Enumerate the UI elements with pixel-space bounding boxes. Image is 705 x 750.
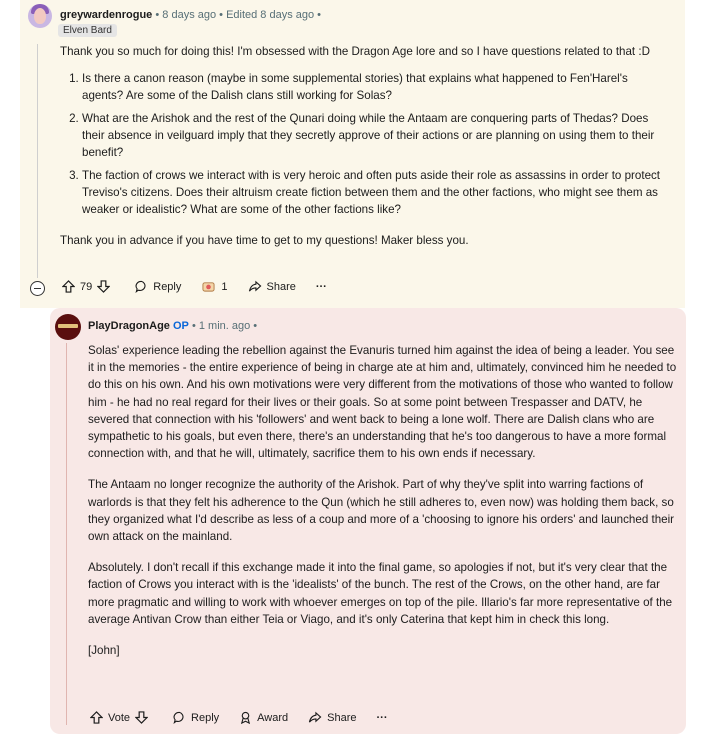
timestamp: • 1 min. ago • [191,320,258,332]
vote-count: 79 [80,280,93,293]
comment-intro: Thank you so much for doing this! I'm ob… [60,45,650,58]
comment-actions: Vote Reply Award Share ··· [90,711,408,724]
comment-meta: PlayDragonAge OP • 1 min. ago • [88,320,257,332]
more-options-icon: ··· [376,711,388,724]
avatar[interactable] [28,4,52,28]
collapse-thread-icon[interactable] [30,281,45,296]
reply-icon [135,280,146,293]
paragraph: Absolutely. I don't recall if this excha… [88,561,673,626]
share-label: Share [327,711,357,724]
award-icon [241,711,251,724]
comment-body: Thank you so much for doing this! I'm ob… [60,43,670,249]
vote-control: 79 [62,280,115,293]
share-icon [309,711,322,723]
comment-meta: greywardenrogue • 8 days ago • Edited 8 … [60,9,321,21]
award-button[interactable]: 1 [201,280,228,293]
comment-body: Solas' experience leading the rebellion … [88,342,678,673]
reply-label: Reply [153,280,182,293]
reply-icon [173,711,184,724]
timestamp: • 8 days ago • Edited 8 days ago • [155,9,322,21]
vote-label: Vote [108,711,131,724]
paragraph: The Antaam no longer recognize the autho… [88,478,675,544]
award-count: 1 [221,280,228,293]
downvote-icon[interactable] [135,711,149,724]
dragon-age-logo-icon [58,324,78,328]
award-badge-icon [202,282,215,292]
share-label: Share [266,280,296,293]
thread-line[interactable] [37,44,38,278]
comment-closing: Thank you in advance if you have time to… [60,234,469,247]
thread-line[interactable] [66,343,67,725]
more-options-icon: ··· [315,280,327,293]
award-label: Award [257,711,289,724]
upvote-icon[interactable] [62,280,75,293]
vote-control: Vote [90,711,153,724]
list-item: The faction of crows we interact with is… [82,167,670,218]
reply-button[interactable]: Reply [173,711,219,724]
author-name[interactable]: PlayDragonAge [88,320,170,332]
author-name[interactable]: greywardenrogue [60,9,152,21]
signature: [John] [88,644,120,658]
reply-button[interactable]: Reply [135,280,181,293]
reply-label: Reply [191,711,220,724]
award-button[interactable]: Award [239,711,288,724]
upvote-icon[interactable] [90,711,103,724]
op-badge: OP [172,320,189,332]
list-item: What are the Arishok and the rest of the… [82,110,670,161]
avatar[interactable] [55,314,81,340]
share-icon [248,280,261,292]
more-options-button[interactable]: ··· [377,712,388,724]
list-item: Is there a canon reason (maybe in some s… [82,70,670,104]
downvote-icon[interactable] [97,280,111,293]
comment-actions: 79 Reply 1 Share ··· [62,280,347,293]
share-button[interactable]: Share [308,711,357,724]
user-flair: Elven Bard [58,24,117,37]
paragraph: Solas' experience leading the rebellion … [88,344,677,461]
share-button[interactable]: Share [248,280,296,293]
more-options-button[interactable]: ··· [316,281,327,293]
question-list: Is there a canon reason (maybe in some s… [60,70,670,218]
